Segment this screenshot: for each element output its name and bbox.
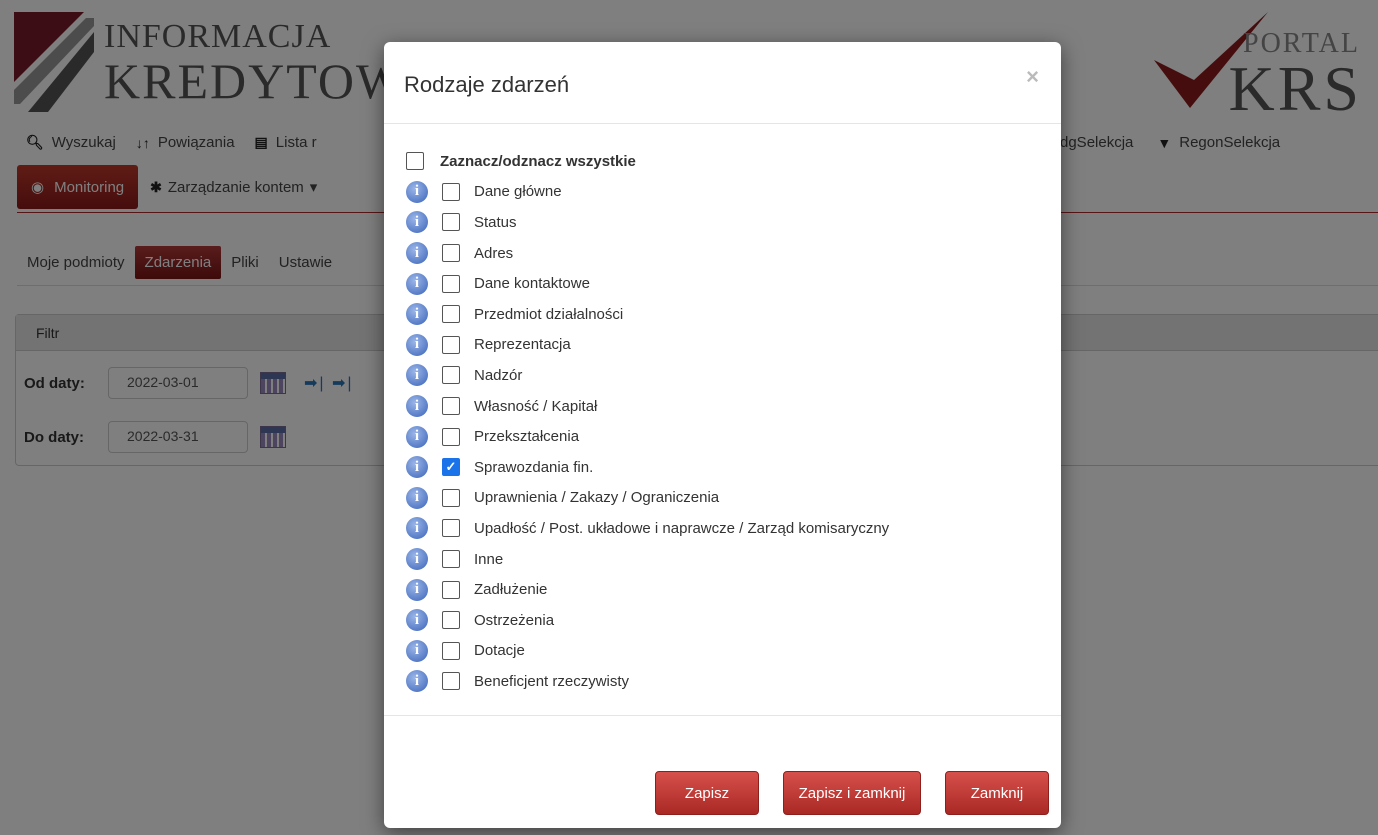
info-icon[interactable]: i (406, 486, 428, 509)
event-type-checkbox[interactable] (442, 335, 460, 354)
event-type-row[interactable]: i Beneficjent rzeczywisty (406, 666, 889, 697)
event-type-checkbox[interactable] (442, 274, 460, 293)
event-type-label: Adres (474, 244, 514, 262)
info-icon[interactable]: i (406, 211, 428, 234)
info-icon[interactable]: i (406, 578, 428, 601)
event-type-row[interactable]: i Dane kontaktowe (406, 268, 889, 299)
info-icon[interactable]: i (406, 272, 428, 295)
modal-footer: Zapisz Zapisz i zamknij Zamknij (655, 771, 1049, 815)
event-type-row[interactable]: i Ostrzeżenia (406, 605, 889, 636)
event-type-checkbox[interactable] (442, 305, 460, 324)
select-all-row[interactable]: Zaznacz/odznacz wszystkie (406, 146, 889, 177)
info-icon[interactable]: i (406, 395, 428, 418)
event-type-label: Dotacje (474, 642, 525, 660)
event-type-checkbox[interactable] (442, 519, 460, 538)
event-type-checkbox[interactable] (442, 641, 460, 660)
event-type-row[interactable]: i Przedmiot działalności (406, 299, 889, 330)
event-type-label: Beneficjent rzeczywisty (474, 672, 630, 690)
event-type-row[interactable]: i Dane główne (406, 177, 889, 208)
event-type-label: Dane główne (474, 183, 562, 201)
event-type-checkbox[interactable] (442, 182, 460, 201)
info-icon[interactable]: i (406, 303, 428, 326)
event-type-label: Inne (474, 550, 504, 568)
info-icon[interactable]: i (406, 242, 428, 265)
info-icon[interactable]: i (406, 548, 428, 571)
info-icon[interactable]: i (406, 333, 428, 356)
event-type-row[interactable]: i Reprezentacja (406, 330, 889, 361)
modal-footer-divider (384, 715, 1061, 716)
event-type-row[interactable]: i Przekształcenia (406, 421, 889, 452)
info-icon[interactable]: i (406, 425, 428, 448)
event-type-checkbox[interactable] (442, 672, 460, 691)
info-icon[interactable]: i (406, 639, 428, 662)
event-type-checkbox[interactable] (442, 366, 460, 385)
event-type-checkbox[interactable] (442, 397, 460, 416)
event-type-label: Uprawnienia / Zakazy / Ograniczenia (474, 489, 720, 507)
close-icon[interactable]: × (1026, 64, 1039, 90)
save-button[interactable]: Zapisz (655, 771, 759, 815)
info-icon[interactable]: i (406, 456, 428, 479)
event-type-label: Zadłużenie (474, 581, 548, 599)
event-type-label: Przekształcenia (474, 428, 580, 446)
info-icon[interactable]: i (406, 180, 428, 203)
event-type-checkbox[interactable] (442, 611, 460, 630)
close-button[interactable]: Zamknij (945, 771, 1049, 815)
event-type-label: Upadłość / Post. układowe i naprawcze / … (474, 519, 890, 537)
modal-header: Rodzaje zdarzeń × (384, 42, 1061, 124)
event-type-row[interactable]: i Adres (406, 238, 889, 269)
event-type-label: Nadzór (474, 366, 523, 384)
event-type-label: Przedmiot działalności (474, 305, 624, 323)
info-icon[interactable]: i (406, 517, 428, 540)
event-type-checkbox[interactable] (442, 427, 460, 446)
event-type-row[interactable]: i Inne (406, 544, 889, 575)
modal-title: Rodzaje zdarzeń (404, 72, 570, 97)
info-icon[interactable]: i (406, 609, 428, 632)
event-type-label: Reprezentacja (474, 336, 571, 354)
event-type-checkbox[interactable]: ✓ (442, 458, 460, 477)
checkmark-icon: ✓ (445, 459, 457, 475)
select-all-label: Zaznacz/odznacz wszystkie (440, 152, 636, 170)
event-type-row[interactable]: i Zadłużenie (406, 574, 889, 605)
event-type-row[interactable]: i Uprawnienia / Zakazy / Ograniczenia (406, 483, 889, 514)
event-type-row[interactable]: i Dotacje (406, 636, 889, 667)
info-icon[interactable]: i (406, 364, 428, 387)
event-type-label: Sprawozdania fin. (474, 458, 594, 476)
event-type-row[interactable]: i Upadłość / Post. układowe i naprawcze /… (406, 513, 889, 544)
event-type-label: Dane kontaktowe (474, 275, 590, 293)
event-type-checkbox[interactable] (442, 580, 460, 599)
event-type-checkbox[interactable] (442, 213, 460, 232)
event-type-checkbox[interactable] (442, 244, 460, 263)
event-type-row[interactable]: i Własność / Kapitał (406, 391, 889, 422)
info-icon[interactable]: i (406, 670, 428, 693)
event-type-list: Zaznacz/odznacz wszystkie i Dane główne i S… (406, 146, 889, 697)
event-type-checkbox[interactable] (442, 488, 460, 507)
event-type-row[interactable]: i Status (406, 207, 889, 238)
select-all-checkbox[interactable] (406, 152, 424, 171)
event-type-row[interactable]: i Nadzór (406, 360, 889, 391)
event-type-checkbox[interactable] (442, 550, 460, 569)
event-type-label: Ostrzeżenia (474, 611, 555, 629)
event-type-label: Własność / Kapitał (474, 397, 598, 415)
event-types-modal: Rodzaje zdarzeń × Zaznacz/odznacz wszyst… (384, 42, 1061, 828)
event-type-row[interactable]: i ✓ Sprawozdania fin. (406, 452, 889, 483)
event-type-label: Status (474, 213, 517, 231)
save-and-close-button[interactable]: Zapisz i zamknij (783, 771, 921, 815)
